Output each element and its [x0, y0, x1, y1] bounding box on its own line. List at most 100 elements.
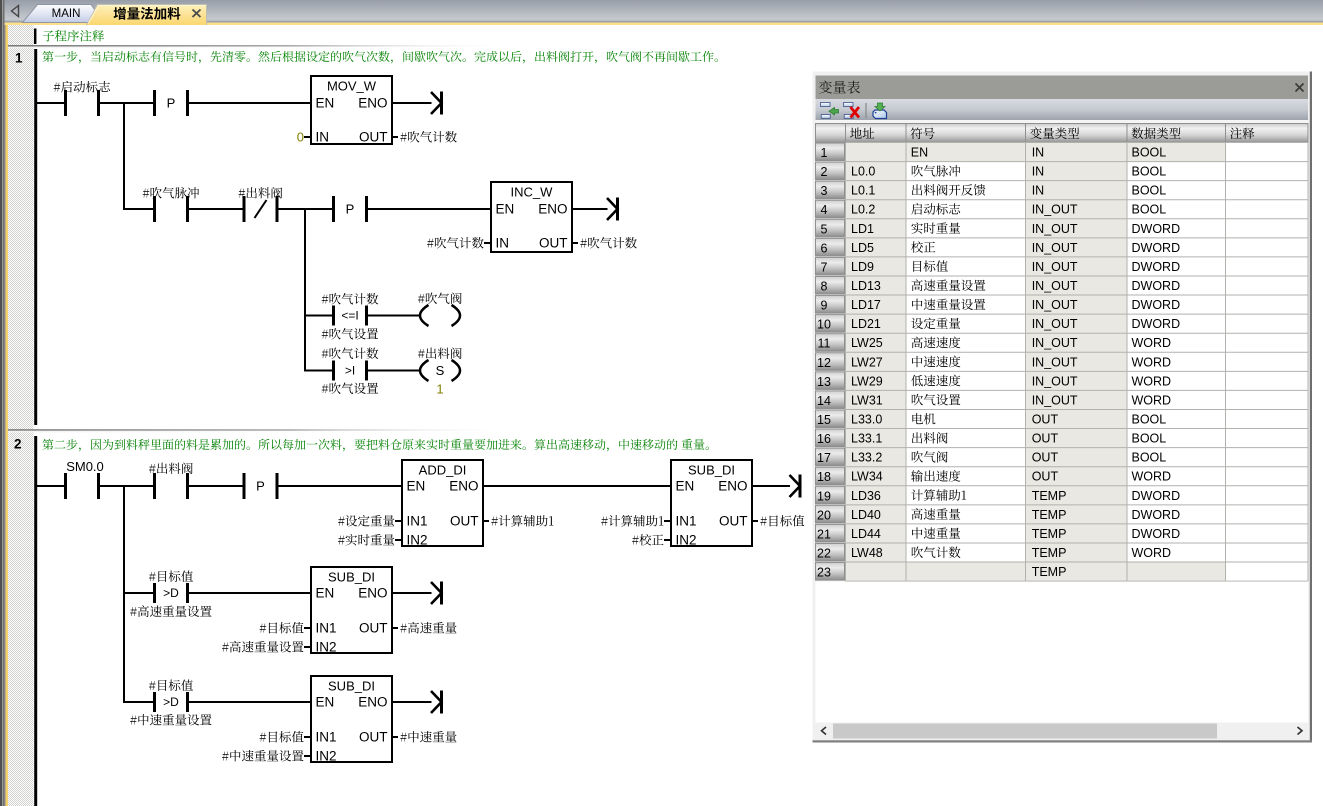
- svg-text:L33.2: L33.2: [851, 451, 882, 465]
- svg-text:LW31: LW31: [851, 393, 883, 407]
- svg-text:22: 22: [817, 546, 831, 560]
- svg-text:TEMP: TEMP: [1032, 489, 1067, 503]
- svg-text:IN: IN: [496, 236, 510, 251]
- svg-text:19: 19: [817, 489, 831, 503]
- svg-text:ENO: ENO: [538, 202, 567, 217]
- svg-text:13: 13: [817, 375, 831, 389]
- svg-text:IN2: IN2: [316, 640, 337, 655]
- svg-text:WORD: WORD: [1132, 393, 1172, 407]
- svg-text:L0.1: L0.1: [851, 184, 875, 198]
- svg-text:MAIN: MAIN: [52, 8, 81, 20]
- svg-text:21: 21: [817, 527, 831, 541]
- svg-text:8: 8: [821, 279, 828, 293]
- svg-text:LW25: LW25: [851, 336, 883, 350]
- svg-text:TEMP: TEMP: [1032, 527, 1067, 541]
- svg-text:IN: IN: [316, 130, 330, 145]
- svg-text:SUB_DI: SUB_DI: [328, 570, 375, 585]
- svg-text:IN_OUT: IN_OUT: [1032, 393, 1078, 407]
- svg-text:LD44: LD44: [851, 527, 881, 541]
- svg-text:OUT: OUT: [1032, 451, 1059, 465]
- svg-text:P: P: [256, 479, 265, 494]
- svg-text:DWORD: DWORD: [1132, 298, 1181, 312]
- svg-text:6: 6: [821, 241, 828, 255]
- svg-text:IN_OUT: IN_OUT: [1032, 298, 1078, 312]
- svg-text:20: 20: [817, 508, 831, 522]
- svg-text:DWORD: DWORD: [1132, 241, 1181, 255]
- svg-text:MOV_W: MOV_W: [327, 79, 377, 94]
- svg-text:WORD: WORD: [1132, 374, 1172, 388]
- svg-text:EN: EN: [316, 586, 335, 601]
- svg-text:EN: EN: [407, 479, 426, 494]
- svg-text:BOOL: BOOL: [1132, 451, 1167, 465]
- svg-text:DWORD: DWORD: [1132, 222, 1181, 236]
- svg-text:ENO: ENO: [449, 479, 478, 494]
- svg-text:BOOL: BOOL: [1132, 412, 1167, 426]
- svg-text:3: 3: [821, 184, 828, 198]
- svg-text:TEMP: TEMP: [1032, 546, 1067, 560]
- svg-text:L33.1: L33.1: [851, 432, 882, 446]
- svg-text:OUT: OUT: [539, 236, 568, 251]
- svg-text:WORD: WORD: [1132, 470, 1172, 484]
- svg-text:ADD_DI: ADD_DI: [419, 463, 467, 478]
- svg-text:LD13: LD13: [851, 279, 881, 293]
- svg-text:IN_OUT: IN_OUT: [1032, 203, 1078, 217]
- svg-text:DWORD: DWORD: [1132, 527, 1181, 541]
- svg-text:LD36: LD36: [851, 489, 881, 503]
- svg-text:5: 5: [821, 222, 828, 236]
- svg-text:WORD: WORD: [1132, 355, 1172, 369]
- svg-text:OUT: OUT: [359, 621, 388, 636]
- svg-text:11: 11: [818, 337, 831, 351]
- svg-text:DWORD: DWORD: [1132, 489, 1181, 503]
- svg-text:IN_OUT: IN_OUT: [1032, 260, 1078, 274]
- svg-text:0: 0: [297, 130, 304, 145]
- svg-text:IN_OUT: IN_OUT: [1032, 279, 1078, 293]
- svg-text:>I: >I: [345, 364, 355, 378]
- svg-text:LD17: LD17: [851, 298, 881, 312]
- svg-text:EN: EN: [676, 479, 695, 494]
- svg-text:ENO: ENO: [718, 479, 747, 494]
- svg-text:2: 2: [14, 437, 22, 452]
- svg-text:IN1: IN1: [316, 621, 337, 636]
- svg-text:TEMP: TEMP: [1032, 508, 1067, 522]
- svg-text:SUB_DI: SUB_DI: [688, 463, 735, 478]
- svg-text:OUT: OUT: [1032, 412, 1059, 426]
- svg-text:S: S: [436, 363, 445, 378]
- svg-text:14: 14: [817, 394, 831, 408]
- svg-text:BOOL: BOOL: [1132, 203, 1167, 217]
- svg-text:IN1: IN1: [676, 514, 697, 529]
- svg-text:IN2: IN2: [316, 749, 337, 764]
- svg-text:L33.0: L33.0: [851, 412, 882, 426]
- svg-text:DWORD: DWORD: [1132, 508, 1181, 522]
- svg-text:IN: IN: [1032, 184, 1045, 198]
- svg-text:IN1: IN1: [407, 514, 428, 529]
- svg-text:OUT: OUT: [359, 730, 388, 745]
- svg-text:<=I: <=I: [341, 309, 358, 323]
- svg-text:1: 1: [821, 146, 828, 160]
- svg-text:IN1: IN1: [316, 730, 337, 745]
- svg-text:BOOL: BOOL: [1132, 432, 1167, 446]
- svg-text:12: 12: [817, 356, 831, 370]
- svg-text:LW29: LW29: [851, 374, 883, 388]
- svg-text:4: 4: [821, 203, 828, 217]
- svg-text:16: 16: [817, 432, 831, 446]
- svg-text:TEMP: TEMP: [1032, 565, 1067, 579]
- svg-text:L0.2: L0.2: [851, 203, 875, 217]
- svg-text:OUT: OUT: [359, 130, 388, 145]
- svg-text:LD21: LD21: [851, 317, 881, 331]
- svg-text:BOOL: BOOL: [1132, 165, 1167, 179]
- svg-text:18: 18: [817, 470, 831, 484]
- svg-text:>D: >D: [163, 695, 179, 709]
- svg-text:LD1: LD1: [851, 222, 874, 236]
- svg-text:SM0.0: SM0.0: [66, 459, 104, 474]
- svg-text:DWORD: DWORD: [1132, 317, 1181, 331]
- svg-text:LW48: LW48: [851, 546, 883, 560]
- svg-text:2: 2: [821, 165, 828, 179]
- svg-text:IN_OUT: IN_OUT: [1032, 241, 1078, 255]
- svg-text:1: 1: [15, 51, 23, 66]
- svg-text:23: 23: [817, 566, 831, 580]
- svg-text:LW34: LW34: [851, 470, 883, 484]
- svg-text:OUT: OUT: [719, 514, 748, 529]
- svg-text:10: 10: [817, 318, 831, 332]
- svg-text:LD9: LD9: [851, 260, 874, 274]
- svg-text:17: 17: [817, 451, 831, 465]
